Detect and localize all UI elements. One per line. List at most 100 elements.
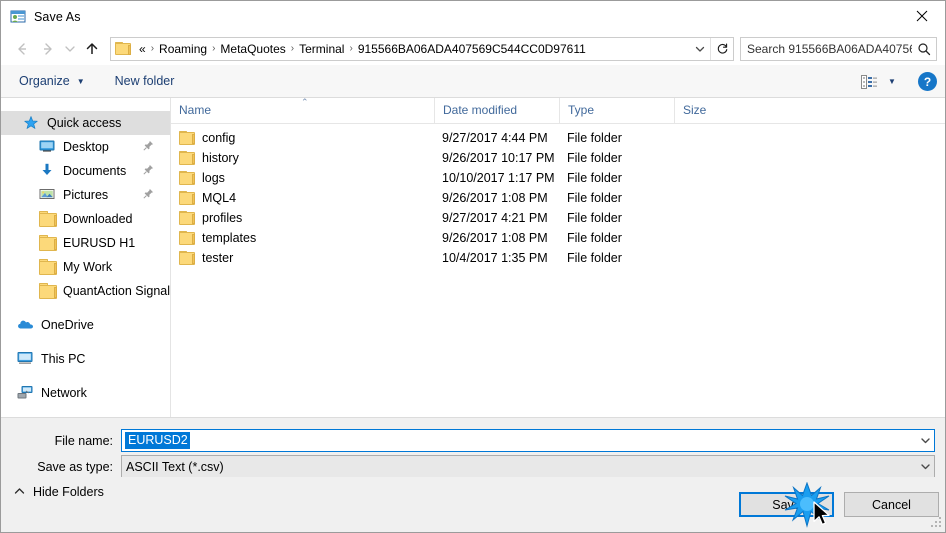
file-name-input[interactable]: EURUSD2 <box>121 429 935 452</box>
desktop-icon <box>39 139 57 155</box>
breadcrumb: « › Roaming › MetaQuotes › Terminal › 91… <box>135 40 690 58</box>
file-name-cell: logs <box>171 171 434 185</box>
search-box[interactable]: Search 915566BA06ADA40756... <box>740 36 937 61</box>
cancel-button[interactable]: Cancel <box>844 492 939 517</box>
recent-locations-chevron-down-icon[interactable] <box>61 36 79 62</box>
column-header-date-modified[interactable]: Date modified <box>434 98 559 123</box>
help-button[interactable]: ? <box>918 72 937 91</box>
folder-icon <box>179 191 195 205</box>
breadcrumb-item-1[interactable]: Roaming <box>155 40 211 58</box>
pin-icon[interactable] <box>143 140 154 154</box>
refresh-icon[interactable] <box>710 37 733 60</box>
save-button[interactable]: Save <box>739 492 834 517</box>
file-name-label: history <box>202 151 239 165</box>
table-row[interactable]: logs 10/10/2017 1:17 PM File folder <box>171 168 945 188</box>
folder-icon <box>179 231 195 245</box>
this-pc-icon <box>17 351 35 367</box>
breadcrumb-item-2[interactable]: MetaQuotes <box>216 40 289 58</box>
sidebar-item-label: This PC <box>41 352 86 366</box>
breadcrumb-item-3[interactable]: Terminal <box>295 40 348 58</box>
breadcrumb-item-0[interactable]: « <box>135 40 150 58</box>
breadcrumb-item-4[interactable]: 915566BA06ADA407569C544CC0D97611 <box>354 40 590 58</box>
address-bar[interactable]: « › Roaming › MetaQuotes › Terminal › 91… <box>110 36 734 61</box>
documents-download-icon <box>39 163 57 179</box>
sidebar-item-my-work[interactable]: My Work <box>1 255 170 279</box>
file-type-cell: File folder <box>567 151 622 165</box>
hide-folders-button[interactable]: Hide Folders <box>14 481 104 503</box>
table-row[interactable]: templates 9/26/2017 1:08 PM File folder <box>171 228 945 248</box>
window-title: Save As <box>34 9 81 24</box>
folder-icon <box>179 171 195 185</box>
save-as-type-row: Save as type: ASCII Text (*.csv) <box>1 455 945 478</box>
save-as-window-icon <box>10 9 26 25</box>
navigation-bar: « › Roaming › MetaQuotes › Terminal › 91… <box>1 32 945 65</box>
address-chevron-down-icon[interactable] <box>690 38 710 60</box>
file-type-cell: File folder <box>567 211 622 225</box>
table-row[interactable]: history 9/26/2017 10:17 PM File folder <box>171 148 945 168</box>
column-header-name[interactable]: Name ⌃ <box>171 98 434 123</box>
file-list-pane: Name ⌃ Date modified Type Size config 9/… <box>171 98 945 417</box>
search-input[interactable]: Search 915566BA06ADA40756... <box>741 42 912 56</box>
file-name-label: MQL4 <box>202 191 237 205</box>
back-icon[interactable] <box>9 36 35 62</box>
sidebar-item-this-pc[interactable]: This PC <box>1 347 170 371</box>
pin-icon[interactable] <box>143 164 154 178</box>
table-row[interactable]: MQL4 9/26/2017 1:08 PM File folder <box>171 188 945 208</box>
new-folder-label: New folder <box>114 74 175 88</box>
folder-icon <box>179 251 195 265</box>
file-name-label: config <box>202 131 236 145</box>
file-name-label: logs <box>202 171 225 185</box>
save-as-type-chevron-down-icon[interactable] <box>917 461 934 472</box>
sidebar-item-documents[interactable]: Documents <box>1 159 170 183</box>
table-row[interactable]: tester 10/4/2017 1:35 PM File folder <box>171 248 945 268</box>
search-icon[interactable] <box>912 42 936 56</box>
dialog-footer: Hide Folders Save Cancel <box>1 477 945 532</box>
sidebar-item-quantaction-signal[interactable]: QuantAction Signal <box>1 279 170 303</box>
organize-button[interactable]: Organize ▼ <box>11 69 93 93</box>
address-bar-controls <box>690 37 733 60</box>
column-header-type[interactable]: Type <box>559 98 674 123</box>
toolbar-right-group: ▼ ? <box>856 65 937 98</box>
sort-ascending-icon: ⌃ <box>301 98 309 107</box>
file-type-cell: File folder <box>567 231 622 245</box>
change-view-icon[interactable] <box>856 71 882 93</box>
close-icon[interactable] <box>899 1 945 31</box>
file-type-cell: File folder <box>567 171 622 185</box>
file-name-label: profiles <box>202 211 243 225</box>
sidebar-item-onedrive[interactable]: OneDrive <box>1 313 170 337</box>
view-chevron-down-icon[interactable]: ▼ <box>882 77 902 86</box>
resize-grip[interactable] <box>931 517 943 529</box>
sidebar-item-label: EURUSD H1 <box>63 236 136 250</box>
file-name-cell: MQL4 <box>171 191 434 205</box>
file-name-chevron-down-icon[interactable] <box>917 435 934 446</box>
up-icon[interactable] <box>79 36 105 62</box>
star-icon <box>23 115 41 131</box>
sidebar-item-label: Documents <box>63 164 127 178</box>
organize-label: Organize <box>19 74 70 88</box>
table-row[interactable]: profiles 9/27/2017 4:21 PM File folder <box>171 208 945 228</box>
sidebar-item-network[interactable]: Network <box>1 381 170 405</box>
sidebar-item-label: QuantAction Signal <box>63 284 170 298</box>
sidebar-item-downloaded[interactable]: Downloaded <box>1 207 170 231</box>
sidebar-item-pictures[interactable]: Pictures <box>1 183 170 207</box>
folder-icon <box>39 259 57 275</box>
file-date-cell: 9/26/2017 10:17 PM <box>442 151 555 165</box>
new-folder-button[interactable]: New folder <box>107 69 183 93</box>
folder-icon <box>179 211 195 225</box>
save-as-type-select[interactable]: ASCII Text (*.csv) <box>121 455 935 478</box>
file-name-value[interactable]: EURUSD2 <box>125 432 190 449</box>
pin-icon[interactable] <box>143 188 154 202</box>
forward-icon[interactable] <box>35 36 61 62</box>
folder-icon <box>39 211 57 227</box>
sidebar-item-label: Pictures <box>63 188 109 202</box>
sidebar-item-desktop[interactable]: Desktop <box>1 135 170 159</box>
column-header-name-label: Name <box>179 103 212 117</box>
sidebar-item-quick-access[interactable]: Quick access <box>1 111 170 135</box>
column-header-size[interactable]: Size <box>674 98 754 123</box>
navigation-pane: Quick access Desktop Documents Pictures … <box>1 98 171 417</box>
title-bar: Save As <box>1 1 945 32</box>
table-row[interactable]: config 9/27/2017 4:44 PM File folder <box>171 128 945 148</box>
chevron-up-icon <box>14 487 25 497</box>
sidebar-item-eurusd-h1[interactable]: EURUSD H1 <box>1 231 170 255</box>
hide-folders-label: Hide Folders <box>33 485 104 499</box>
